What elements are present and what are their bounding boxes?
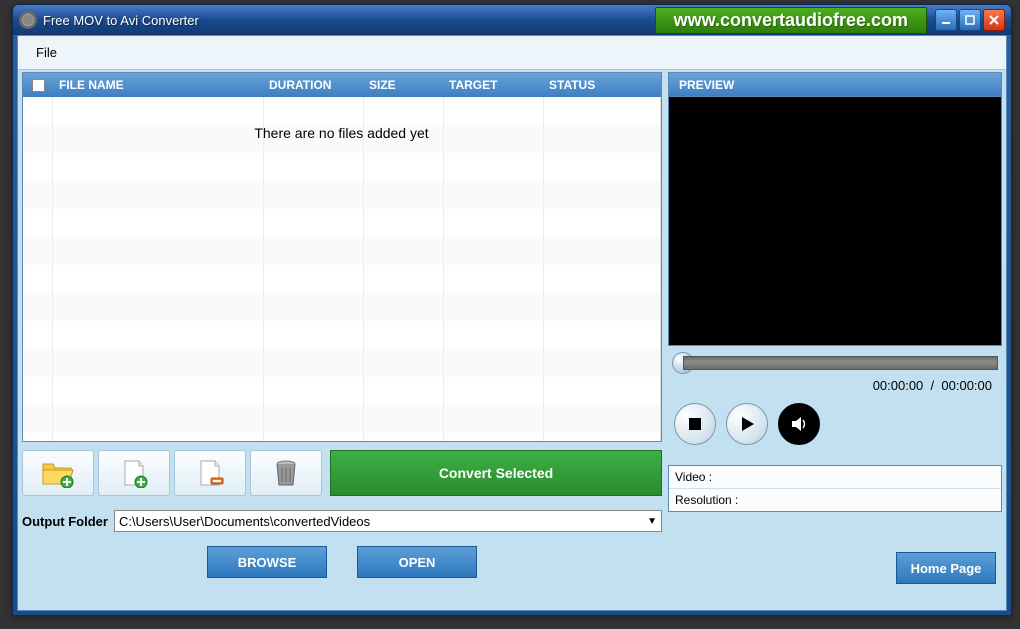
maximize-button[interactable]: [959, 9, 981, 31]
video-info-line: Video :: [669, 466, 1001, 489]
stop-icon: [687, 416, 703, 432]
app-icon: [19, 11, 37, 29]
clear-all-button[interactable]: [250, 450, 322, 496]
file-toolbar: Convert Selected: [22, 448, 662, 498]
add-file-button[interactable]: [98, 450, 170, 496]
play-icon: [738, 415, 756, 433]
preview-video[interactable]: [668, 96, 1002, 346]
file-table-header: FILE NAME DURATION SIZE TARGET STATUS: [23, 73, 661, 97]
resolution-label: Resolution :: [675, 493, 738, 507]
browse-open-row: BROWSE OPEN: [22, 546, 662, 578]
file-table: FILE NAME DURATION SIZE TARGET STATUS Th…: [22, 72, 662, 442]
col-size[interactable]: SIZE: [363, 78, 443, 92]
select-all-checkbox-cell: [23, 79, 53, 92]
menu-file[interactable]: File: [28, 39, 65, 66]
resolution-info-line: Resolution :: [669, 489, 1001, 511]
app-window: Free MOV to Avi Converter www.convertaud…: [12, 4, 1012, 616]
url-banner[interactable]: www.convertaudiofree.com: [655, 7, 927, 34]
scrubber-track[interactable]: [683, 356, 998, 370]
output-folder-label: Output Folder: [22, 514, 108, 529]
stop-button[interactable]: [674, 403, 716, 445]
play-button[interactable]: [726, 403, 768, 445]
browse-button[interactable]: BROWSE: [207, 546, 327, 578]
time-sep: /: [931, 378, 935, 393]
add-folder-button[interactable]: [22, 450, 94, 496]
speaker-icon: [789, 414, 809, 434]
file-plus-icon: [117, 458, 151, 488]
output-folder-select[interactable]: C:\Users\User\Documents\convertedVideos …: [114, 510, 662, 532]
scrubber[interactable]: [668, 346, 1002, 376]
col-target[interactable]: TARGET: [443, 78, 543, 92]
right-pane: PREVIEW 00:00:00 / 00:00:00: [668, 72, 1002, 604]
col-filename[interactable]: FILE NAME: [53, 78, 263, 92]
left-pane: FILE NAME DURATION SIZE TARGET STATUS Th…: [22, 72, 662, 604]
time-total: 00:00:00: [941, 378, 992, 393]
media-info: Video : Resolution :: [668, 465, 1002, 512]
trash-icon: [269, 458, 303, 488]
file-minus-icon: [193, 458, 227, 488]
preview-header: PREVIEW: [668, 72, 1002, 96]
playback-controls: [668, 399, 1002, 457]
window-title: Free MOV to Avi Converter: [43, 13, 199, 28]
folder-plus-icon: [41, 458, 75, 488]
output-folder-path: C:\Users\User\Documents\convertedVideos: [119, 514, 370, 529]
col-duration[interactable]: DURATION: [263, 78, 363, 92]
col-status[interactable]: STATUS: [543, 78, 623, 92]
file-table-body[interactable]: There are no files added yet: [23, 97, 661, 441]
convert-selected-button[interactable]: Convert Selected: [330, 450, 662, 496]
close-button[interactable]: [983, 9, 1005, 31]
client-area: File FILE NAME DURATION SIZE TARGET STAT…: [17, 35, 1007, 611]
remove-file-button[interactable]: [174, 450, 246, 496]
minimize-button[interactable]: [935, 9, 957, 31]
output-folder-row: Output Folder C:\Users\User\Documents\co…: [22, 510, 662, 532]
open-button[interactable]: OPEN: [357, 546, 477, 578]
time-display: 00:00:00 / 00:00:00: [668, 376, 1002, 399]
select-all-checkbox[interactable]: [32, 79, 45, 92]
time-current: 00:00:00: [873, 378, 924, 393]
titlebar[interactable]: Free MOV to Avi Converter www.convertaud…: [13, 5, 1011, 35]
video-label: Video :: [675, 470, 712, 484]
chevron-down-icon: ▼: [647, 516, 657, 527]
menubar: File: [18, 36, 1006, 70]
homepage-button[interactable]: Home Page: [896, 552, 996, 584]
empty-message: There are no files added yet: [23, 125, 660, 141]
volume-button[interactable]: [778, 403, 820, 445]
